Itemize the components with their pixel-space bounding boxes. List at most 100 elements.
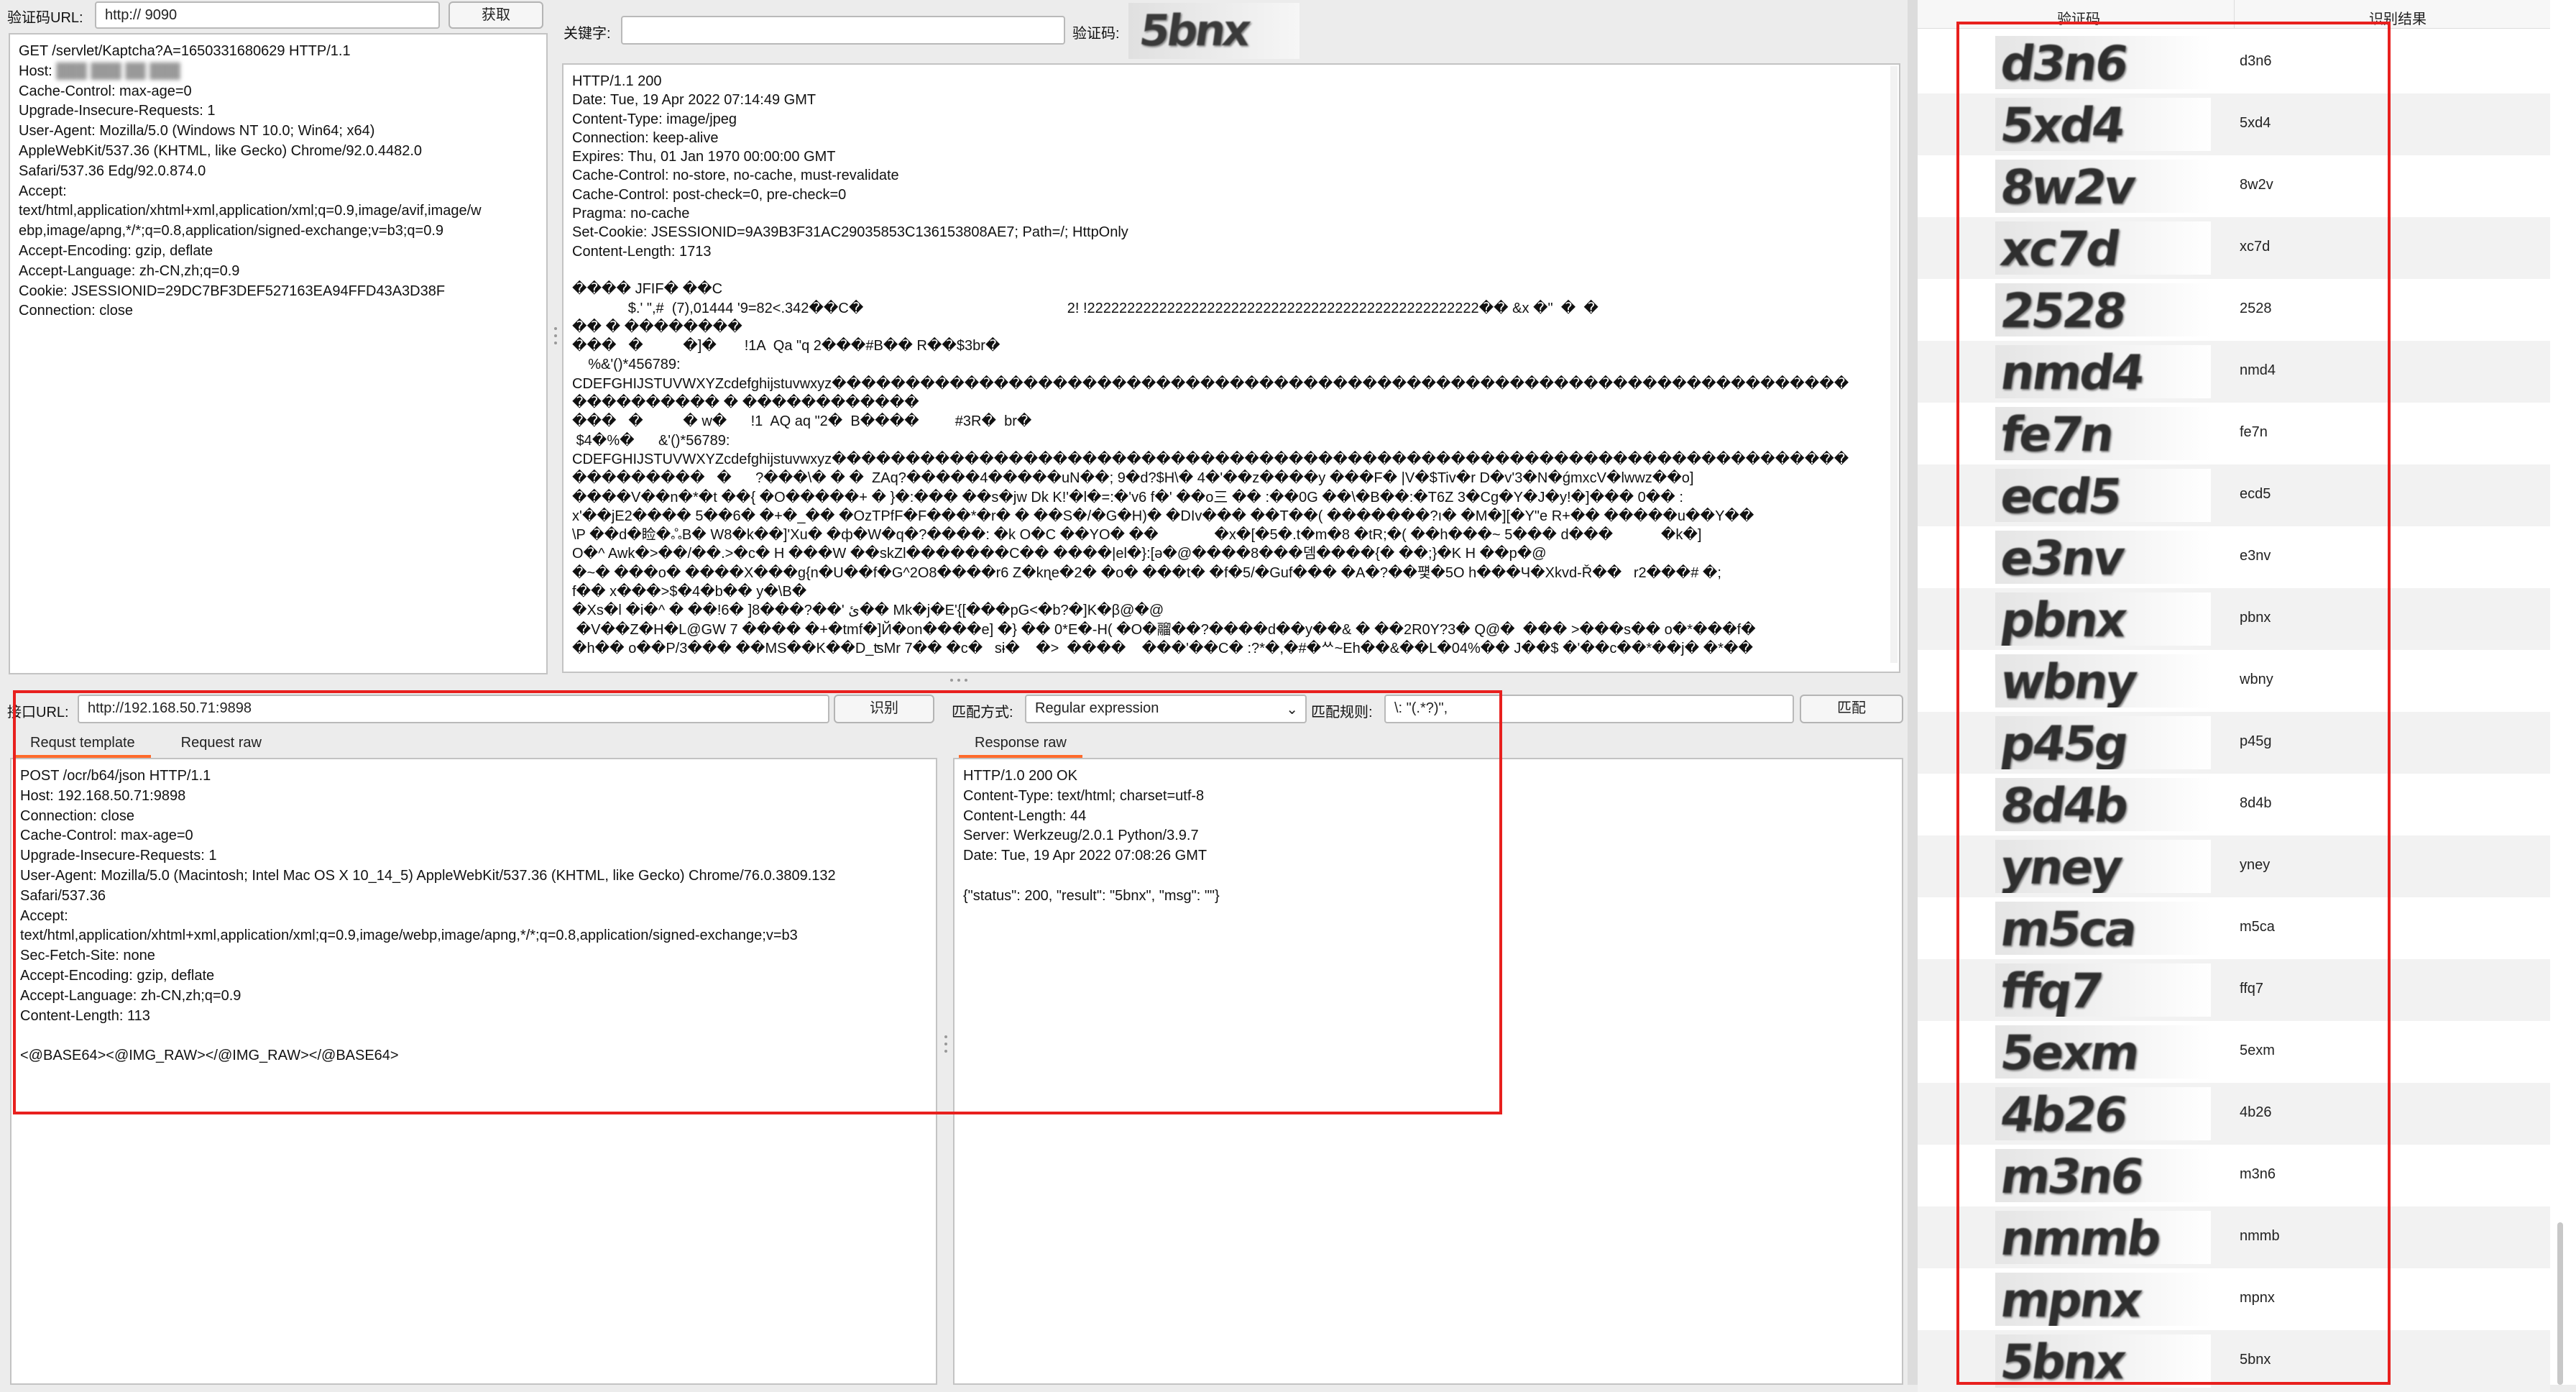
table-row[interactable]: 5bnx 5bnx [1918,1330,2550,1392]
text-line: Expires: Thu, 01 Jan 1970 00:00:00 GMT [572,149,836,165]
col-result-header[interactable]: 识别结果 [2369,7,2426,28]
table-row[interactable]: d3n6 d3n6 [1918,32,2550,93]
captcha-thumbnail: 5exm [1995,1025,2211,1079]
captcha-thumbnail-text: p45g [1997,716,2130,769]
api-url-input[interactable]: http://192.168.50.71:9898 [78,695,829,723]
captcha-thumbnail: mpnx [1995,1273,2211,1326]
table-row[interactable]: p45g p45g [1918,712,2550,774]
binary-line: ��������� � ?���\� � � ZAq?�����4�����uN… [572,470,1694,487]
text-line: POST /ocr/b64/json HTTP/1.1 [20,768,211,784]
text-line: Cache-Control: post-check=0, pre-check=0 [572,186,847,203]
captcha-thumbnail-text: mpnx [1997,1273,2144,1326]
text-line: text/html,application/xhtml+xml,applicat… [20,928,798,944]
match-button[interactable]: 匹配 [1800,695,1903,723]
col-captcha-header[interactable]: 验证码 [2057,7,2100,28]
table-row[interactable]: e3nv e3nv [1918,526,2550,588]
text-line: Pragma: no-cache [572,206,690,222]
request-template-text: POST /ocr/b64/json HTTP/1.1 Host: 192.168… [12,759,936,1073]
divider [1908,0,1918,1385]
text-line: Accept-Language: zh-CN,zh;q=0.9 [20,987,242,1004]
binary-line: \P ��d�睑�ஃB� W8�k��]'Xu� �ф�W�q�?����: �… [572,527,1702,544]
text-line: Cache-Control: max-age=0 [20,828,193,844]
text-line: Content-Type: text/html; charset=utf-8 [963,787,1205,804]
captcha-response-viewer[interactable]: HTTP/1.1 200 Date: Tue, 19 Apr 2022 07:14… [562,63,1900,673]
table-row[interactable]: 5exm 5exm [1918,1021,2550,1083]
text-line: Host: 192.168.50.71:9898 [20,787,186,804]
recognition-result: 5exm [2240,1043,2275,1058]
table-row[interactable]: nmd4 nmd4 [1918,341,2550,403]
response-scrollbar[interactable] [1890,66,1898,663]
table-row[interactable]: 8d4b 8d4b [1918,774,2550,835]
text-line: Content-Type: image/jpeg [572,111,737,127]
captcha-thumbnail-text: 4b26 [1997,1087,2130,1140]
text-line: Accept-Language: zh-CN,zh;q=0.9 [19,262,240,279]
table-row[interactable]: mpnx mpnx [1918,1268,2550,1330]
recognition-result: 5xd4 [2240,115,2271,131]
captcha-request-editor[interactable]: GET /servlet/Kaptcha?A=1650331680629 HTT… [9,33,548,674]
binary-line: f�� x���>$�4�b�� y�\B� [572,584,807,600]
captcha-image-text: 5bnx [1136,6,1252,56]
table-row[interactable]: xc7d xc7d [1918,217,2550,279]
captcha-thumbnail: wbny [1995,654,2211,708]
captcha-thumbnail-text: nmd4 [1997,345,2147,398]
match-rule-input[interactable]: \: "(.*?)", [1384,695,1794,723]
table-row[interactable]: ecd5 ecd5 [1918,464,2550,526]
table-row[interactable]: pbnx pbnx [1918,588,2550,650]
response-raw-viewer[interactable]: HTTP/1.0 200 OK Content-Type: text/html; … [953,758,1903,1385]
captcha-thumbnail: 5bnx [1995,1334,2211,1388]
binary-line: ���� JFIF� ��C [572,281,723,298]
recognize-button[interactable]: 识别 [834,695,934,723]
table-row[interactable]: 5xd4 5xd4 [1918,93,2550,155]
binary-line: x'��jE2���� 5��6� �+�_�� �OzTPfF�F���*�r… [572,508,1754,524]
table-row[interactable]: fe7n fe7n [1918,403,2550,464]
table-row[interactable]: ffq7 ffq7 [1918,959,2550,1021]
keyword-input[interactable] [621,16,1065,45]
captcha-thumbnail-text: fe7n [1997,407,2116,460]
recognition-result: 2528 [2240,301,2272,316]
binary-line: %&'()*456789: [572,357,681,373]
captcha-thumbnail: m3n6 [1995,1149,2211,1202]
binary-line: �h�� o��P/3��� ��MS��K��D_ʦMr 7�� �c� sɨ… [572,640,1753,656]
captcha-label: 验证码: [1072,26,1120,42]
results-scrollbar[interactable] [2557,1222,2563,1385]
table-row[interactable]: nmmb nmmb [1918,1206,2550,1268]
captcha-thumbnail: 8w2v [1995,160,2211,213]
captcha-thumbnail: e3nv [1995,531,2211,584]
table-row[interactable]: yney yney [1918,835,2550,897]
text-line: Content-Length: 1713 [572,243,712,260]
text-line: Safari/537.36 [20,887,106,904]
captcha-url-input[interactable]: http:// 9090 [95,1,440,29]
binary-line: ��� � �]� !1A Qa "q 2���#B�� R��$3br� [572,338,1000,354]
tab-request-raw[interactable]: Request raw [165,731,277,758]
fetch-button[interactable]: 获取 [448,1,543,29]
recognition-result: 4b26 [2240,1104,2272,1120]
table-row[interactable]: m3n6 m3n6 [1918,1145,2550,1206]
table-row[interactable]: wbny wbny [1918,650,2550,712]
match-mode-select[interactable]: Regular expression ⌄ [1025,695,1307,723]
match-mode-label: 匹配方式: [952,705,1013,720]
tab-request-template[interactable]: Requst template [14,731,151,758]
text-line: Server: Werkzeug/2.0.1 Python/3.9.7 [963,828,1199,844]
captcha-image: 5bnx [1128,3,1300,59]
text-line: Safari/537.36 Edg/92.0.874.0 [19,162,206,179]
request-template-editor[interactable]: POST /ocr/b64/json HTTP/1.1 Host: 192.168… [10,758,937,1385]
text-line: HTTP/1.0 200 OK [963,768,1077,784]
text-line: Connection: close [20,807,134,824]
table-row[interactable]: 4b26 4b26 [1918,1083,2550,1145]
binary-line: O�^ Awk�>��/��.>�c� H ���W ��skZl�������… [572,546,1547,562]
captcha-thumbnail-text: e3nv [1997,531,2127,584]
api-url-label: 接口URL: [7,705,69,720]
recognition-result: ecd5 [2240,486,2271,502]
captcha-thumbnail-text: m3n6 [1997,1149,2146,1202]
api-url-value: http://192.168.50.71:9898 [88,700,252,716]
table-row[interactable]: m5ca m5ca [1918,897,2550,959]
table-row[interactable]: 8w2v 8w2v [1918,155,2550,217]
binary-line: CDEFGHIJSTUVWXYZcdefghijstuvwxyz��������… [572,451,1849,467]
binary-line: $4�%� &'()*56789: [572,432,730,449]
recognition-result: e3nv [2240,548,2271,564]
text-line: Content-Length: 44 [963,807,1087,824]
captcha-thumbnail: nmd4 [1995,345,2211,398]
table-row[interactable]: 2528 2528 [1918,279,2550,341]
captcha-thumbnail: 5xd4 [1995,98,2211,151]
tab-response-raw[interactable]: Response raw [959,731,1082,758]
